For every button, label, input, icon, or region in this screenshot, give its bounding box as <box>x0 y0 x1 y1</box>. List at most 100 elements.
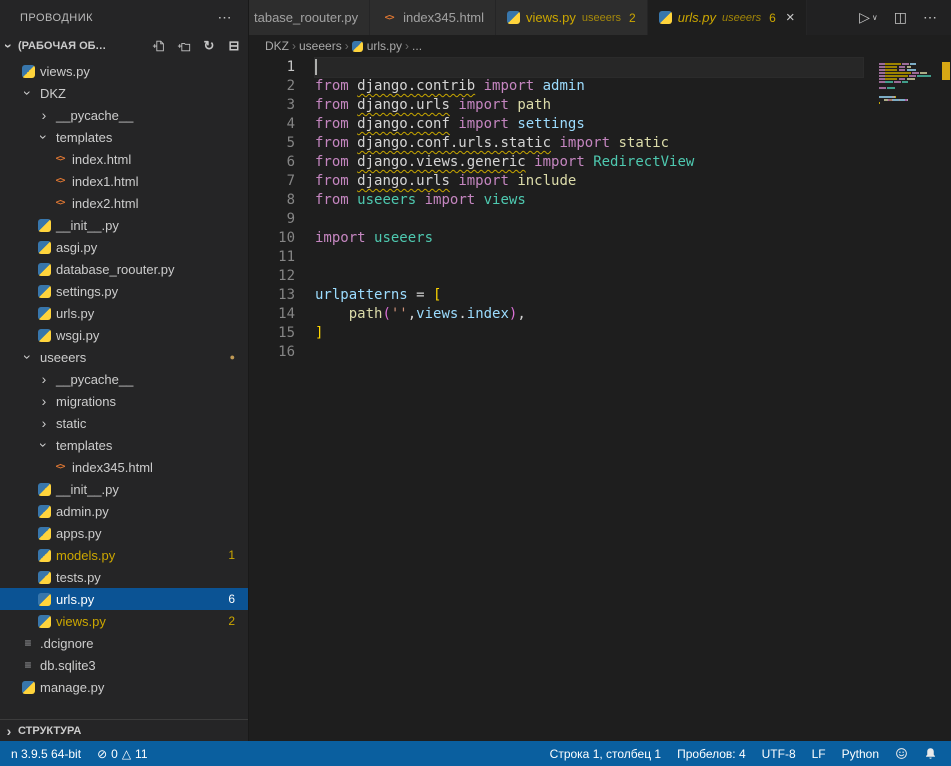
code-line-content[interactable]: from django.views.generic import Redirec… <box>315 153 863 172</box>
new-folder-button[interactable] <box>176 38 192 54</box>
breadcrumb-item-...[interactable]: ... <box>412 39 422 53</box>
status-right: Строка 1, столбец 1Пробелов: 4UTF-8LFPyt… <box>542 741 951 766</box>
eol-indicator[interactable]: LF <box>804 741 834 766</box>
minimap-line <box>879 60 939 62</box>
tree-item-settings.py[interactable]: settings.py <box>0 280 248 302</box>
code-line-content[interactable] <box>315 267 863 286</box>
code-line-content[interactable]: ] <box>315 324 863 343</box>
breadcrumb-item-useeers[interactable]: useeers <box>299 39 342 53</box>
run-python-file-button[interactable]: ▷ ∨ <box>859 9 878 26</box>
close-icon[interactable]: × <box>786 10 795 25</box>
tree-item-views.py[interactable]: views.py2 <box>0 610 248 632</box>
tree-item-views.py[interactable]: views.py <box>0 60 248 82</box>
code-line-content[interactable]: from useeers import views <box>315 191 863 210</box>
tree-item-static[interactable]: ›static <box>0 412 248 434</box>
collapse-all-button[interactable]: ⊟ <box>226 38 242 54</box>
code-line-content[interactable] <box>315 58 863 77</box>
tree-item-templates[interactable]: ›templates <box>0 126 248 148</box>
cursor-position-indicator[interactable]: Строка 1, столбец 1 <box>542 741 669 766</box>
more-editor-actions-button[interactable]: ⋯ <box>923 9 937 26</box>
code-line-content[interactable]: urlpatterns = [ <box>315 286 863 305</box>
tree-item-templates[interactable]: ›templates <box>0 434 248 456</box>
code-line-content[interactable] <box>315 248 863 267</box>
tree-item-label: db.sqlite3 <box>40 658 96 673</box>
tree-item-index345.html[interactable]: <>index345.html <box>0 456 248 478</box>
tree-item-index1.html[interactable]: <>index1.html <box>0 170 248 192</box>
indentation-indicator[interactable]: Пробелов: 4 <box>669 741 754 766</box>
tree-item-label: apps.py <box>56 526 102 541</box>
line-number: 11 <box>249 248 295 267</box>
tree-item-DKZ[interactable]: ›DKZ <box>0 82 248 104</box>
tree-item-models.py[interactable]: models.py1 <box>0 544 248 566</box>
code-line-content[interactable]: from django.urls import include <box>315 172 863 191</box>
tree-item-admin.py[interactable]: admin.py <box>0 500 248 522</box>
tab-urls.py[interactable]: urls.pyuseeers6× <box>648 0 807 35</box>
tree-item-index2.html[interactable]: <>index2.html <box>0 192 248 214</box>
language-mode-indicator[interactable]: Python <box>834 741 887 766</box>
file-tree: views.py›DKZ›__pycache__›templates<>inde… <box>0 57 248 719</box>
views-and-more-actions-button[interactable]: ⋯ <box>212 9 239 26</box>
encoding-indicator[interactable]: UTF-8 <box>754 741 804 766</box>
tab-index345.html[interactable]: <>index345.html <box>370 0 496 35</box>
code-line-content[interactable]: from django.contrib import admin <box>315 77 863 96</box>
code-line-content[interactable] <box>315 210 863 229</box>
tree-item-wsgi.py[interactable]: wsgi.py <box>0 324 248 346</box>
tree-item-migrations[interactable]: ›migrations <box>0 390 248 412</box>
new-file-button[interactable] <box>151 38 167 54</box>
code-line: 11 <box>249 248 951 267</box>
outline-section-header[interactable]: › СТРУКТУРА <box>0 719 248 741</box>
code-line-content[interactable]: from django.conf.urls.static import stat… <box>315 134 863 153</box>
code-line: 4from django.conf import settings <box>249 115 951 134</box>
workspace-section-header[interactable]: › (РАБОЧАЯ ОБЛАСТЬ) ... ↻ ⊟ <box>0 35 248 57</box>
split-editor-button[interactable]: ◫ <box>894 9 907 26</box>
run-dropdown-chevron-icon[interactable]: ∨ <box>872 13 878 22</box>
code-line: 9 <box>249 210 951 229</box>
tree-item-db.sqlite3[interactable]: ≡db.sqlite3 <box>0 654 248 676</box>
chevron-down-icon: › <box>18 86 38 100</box>
tree-item-urls.py[interactable]: urls.py6 <box>0 588 248 610</box>
python-icon <box>38 549 51 562</box>
minimap[interactable] <box>879 60 939 108</box>
tab-problems-badge: 6 <box>769 11 776 25</box>
tree-item-manage.py[interactable]: manage.py <box>0 676 248 698</box>
main-area: ПРОВОДНИК ⋯ › (РАБОЧАЯ ОБЛАСТЬ) ... ↻ ⊟ … <box>0 0 951 741</box>
tree-item-database_roouter.py[interactable]: database_roouter.py <box>0 258 248 280</box>
chevron-right-icon: › <box>34 372 54 386</box>
problems-badge: 1 <box>228 548 235 562</box>
explorer-title: ПРОВОДНИК <box>20 12 93 24</box>
feedback-icon <box>895 747 908 760</box>
code-line: 10import useeers <box>249 229 951 248</box>
tree-item-apps.py[interactable]: apps.py <box>0 522 248 544</box>
code-line-content[interactable]: from django.urls import path <box>315 96 863 115</box>
tab-views.py[interactable]: views.pyuseeers2 <box>496 0 648 35</box>
tree-item-__init__.py[interactable]: __init__.py <box>0 478 248 500</box>
breadcrumb-item-urls.py[interactable]: urls.py <box>352 39 402 53</box>
python-icon <box>38 241 51 254</box>
tree-item-__pycache__[interactable]: ›__pycache__ <box>0 104 248 126</box>
code-line-content[interactable]: from django.conf import settings <box>315 115 863 134</box>
tree-item-asgi.py[interactable]: asgi.py <box>0 236 248 258</box>
editor[interactable]: 12from django.contrib import admin3from … <box>249 57 951 741</box>
refresh-button[interactable]: ↻ <box>201 38 217 54</box>
line-number: 14 <box>249 305 295 324</box>
tree-item-label: __init__.py <box>56 482 119 497</box>
tree-item-useeers[interactable]: ›useeers● <box>0 346 248 368</box>
feedback-button[interactable] <box>887 741 916 766</box>
tree-item-urls.py[interactable]: urls.py <box>0 302 248 324</box>
text-cursor <box>315 59 317 75</box>
tree-item-label: DKZ <box>40 86 66 101</box>
tree-item-label: manage.py <box>40 680 104 695</box>
tree-item-__pycache__[interactable]: ›__pycache__ <box>0 368 248 390</box>
tree-item-tests.py[interactable]: tests.py <box>0 566 248 588</box>
tree-item-__init__.py[interactable]: __init__.py <box>0 214 248 236</box>
python-version-indicator[interactable]: n 3.9.5 64-bit <box>3 741 89 766</box>
problems-indicator[interactable]: ⊘0△11 <box>89 741 155 766</box>
tree-item-index.html[interactable]: <>index.html <box>0 148 248 170</box>
notifications-button[interactable] <box>916 741 945 766</box>
breadcrumb-item-DKZ[interactable]: DKZ <box>265 39 289 53</box>
code-line-content[interactable] <box>315 343 863 362</box>
code-line-content[interactable]: import useeers <box>315 229 863 248</box>
code-line-content[interactable]: path('',views.index), <box>315 305 863 324</box>
tab-tabase_roouter.py[interactable]: tabase_roouter.py <box>249 0 370 35</box>
tree-item-.dcignore[interactable]: ≡.dcignore <box>0 632 248 654</box>
